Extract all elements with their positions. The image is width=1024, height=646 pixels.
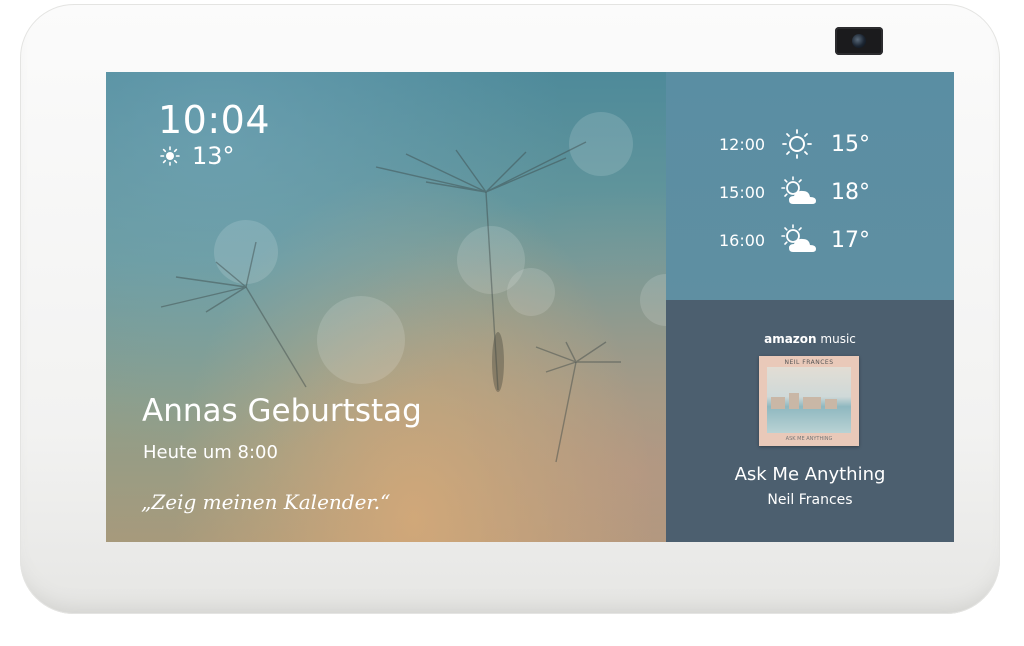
music-panel[interactable]: amazon music NEIL FRANCES ASK ME ANYTHIN… [666, 300, 954, 542]
forecast-row: 16:00 17° [719, 222, 870, 258]
track-artist: Neil Frances [767, 492, 853, 508]
forecast-time: 12:00 [719, 134, 766, 154]
partly-cloudy-icon [781, 224, 816, 252]
camera-icon [835, 27, 883, 55]
forecast-row: 15:00 18° [719, 174, 870, 210]
forecast-row: 12:00 15° [719, 126, 870, 162]
current-weather[interactable]: 13° [160, 142, 235, 170]
voice-hint: „Zeig meinen Kalender.“ [141, 490, 391, 514]
album-artwork [767, 367, 851, 433]
event-time: Heute um 8:00 [143, 442, 278, 463]
partly-cloudy-icon [781, 176, 816, 204]
track-title: Ask Me Anything [734, 464, 886, 485]
forecast-time: 16:00 [719, 230, 766, 250]
forecast-panel[interactable]: 12:00 15° 15:00 18° 16:00 17° [666, 72, 954, 300]
album-subtitle: ASK ME ANYTHING [785, 436, 833, 442]
screen[interactable]: 10:04 13° Annas Geburtstag Heute um 8:00… [106, 72, 954, 542]
event-title[interactable]: Annas Geburtstag [142, 393, 422, 429]
sun-icon [782, 129, 812, 159]
echo-show-device: 10:04 13° Annas Geburtstag Heute um 8:00… [20, 4, 1000, 614]
album-artist-label: NEIL FRANCES [784, 359, 834, 366]
forecast-temperature: 15° [831, 131, 870, 157]
home-panel[interactable]: 10:04 13° Annas Geburtstag Heute um 8:00… [106, 72, 666, 542]
current-temperature: 13° [192, 142, 235, 170]
album-cover[interactable]: NEIL FRANCES ASK ME ANYTHING [759, 356, 859, 446]
clock: 10:04 [158, 98, 271, 142]
forecast-temperature: 17° [831, 227, 870, 253]
forecast-time: 15:00 [719, 182, 766, 202]
forecast-temperature: 18° [831, 179, 870, 205]
sun-icon [160, 146, 180, 166]
amazon-music-logo: amazon music [764, 332, 856, 346]
